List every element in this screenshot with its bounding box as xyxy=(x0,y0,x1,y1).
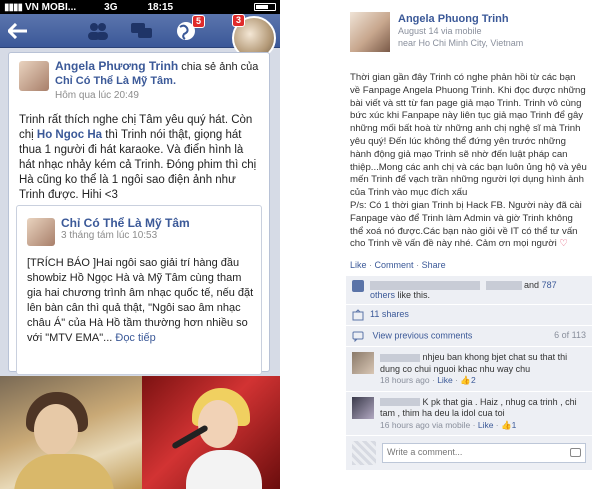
poster-name[interactable]: Angela Phuong Trinh xyxy=(398,13,523,25)
profile-badge: 3 xyxy=(232,14,246,27)
shared-time: 3 tháng tám lúc 10:53 xyxy=(61,230,158,241)
post-text: Trinh rất thích nghe chị Tâm yêu quý hát… xyxy=(19,114,257,201)
current-user-avatar xyxy=(352,441,376,466)
notifications-globe-icon[interactable]: 5 xyxy=(174,15,205,43)
photo-right xyxy=(142,376,280,489)
post-ps-text: P/s: Có 1 thời gian Trinh bị Hack FB. Ng… xyxy=(350,199,582,250)
carrier-label: VN MOBI... xyxy=(25,1,77,13)
post-body: Thời gian gần đây Trinh có nghe phản hồi… xyxy=(338,52,600,251)
network-label: 3G xyxy=(104,1,118,13)
notification-badge: 5 xyxy=(191,15,205,28)
comment-time[interactable]: 16 hours ago via mobile xyxy=(380,420,470,430)
post-actions: Like · Comment · Share xyxy=(350,260,446,271)
redacted-names xyxy=(370,281,480,291)
comment-item: nhjeu ban khong bjet chat su that thi du… xyxy=(346,346,592,391)
shares-link[interactable]: 11 shares xyxy=(370,309,409,319)
messages-icon[interactable] xyxy=(130,19,154,43)
post-body-text: Thời gian gần đây Trinh có nghe phản hồi… xyxy=(350,72,587,199)
shared-content-box[interactable]: Chỉ Có Thể Là Mỹ Tâm 3 tháng tám lúc 10:… xyxy=(16,205,262,375)
author-avatar[interactable] xyxy=(19,61,49,91)
comment-like-link[interactable]: Like xyxy=(478,420,494,430)
arrow-left-icon xyxy=(8,22,27,39)
post-location[interactable]: near Ho Chi Minh City, Vietnam xyxy=(398,37,523,49)
comment-like-icon[interactable]: 👍 xyxy=(501,420,512,430)
app-nav-bar: 5 3 xyxy=(0,14,280,60)
comment-like-icon[interactable]: 👍 xyxy=(460,375,471,385)
shared-text: [TRÍCH BÁO ]Hai ngôi sao giải trí hàng đ… xyxy=(27,257,254,344)
page-avatar[interactable] xyxy=(27,218,55,246)
comment-item: K pk that gia . Haiz , nhug ca trinh , c… xyxy=(346,390,592,436)
thumbs-up-icon xyxy=(352,280,364,293)
camera-icon[interactable] xyxy=(570,448,581,458)
commenter-avatar[interactable] xyxy=(352,396,374,419)
clock: 18:15 xyxy=(147,1,174,13)
post-time: Hôm qua lúc 20:49 xyxy=(55,90,139,101)
shared-page-name[interactable]: Chỉ Có Thể Là Mỹ Tâm. xyxy=(55,75,176,87)
comment-link[interactable]: Comment xyxy=(375,260,414,270)
like-link[interactable]: Like xyxy=(350,260,367,270)
comment-input[interactable]: Write a comment... xyxy=(382,443,586,464)
shares-row[interactable]: 11 shares xyxy=(346,304,592,325)
commenter-name[interactable] xyxy=(380,398,420,407)
others-link[interactable]: others xyxy=(370,290,395,300)
feedback-box: and 787 others like this. 11 shares View… xyxy=(346,275,592,471)
heart-icon: ♡ xyxy=(559,238,569,250)
comment-count: 6 of 113 xyxy=(554,330,586,341)
view-previous-row[interactable]: View previous comments 6 of 113 xyxy=(346,325,592,346)
poster-avatar[interactable] xyxy=(350,12,390,52)
shared-photo[interactable] xyxy=(0,376,280,489)
share-icon xyxy=(352,309,364,321)
back-button[interactable] xyxy=(0,14,36,48)
mention-link[interactable]: Ho Ngoc Ha xyxy=(37,129,102,141)
share-action-text: chia sẻ ảnh của xyxy=(181,61,259,73)
status-bar: ▮▮▮▮ VN MOBI... 3G 18:15 xyxy=(0,0,280,14)
photo-left xyxy=(0,376,142,489)
commenter-name[interactable] xyxy=(380,353,420,362)
battery-icon xyxy=(254,3,276,11)
likes-count-link[interactable]: 787 xyxy=(542,280,557,290)
post-date[interactable]: August 14 via mobile xyxy=(398,25,523,37)
comment-like-count[interactable]: 1 xyxy=(512,420,517,430)
share-link[interactable]: Share xyxy=(422,260,446,270)
phone-screenshot: ▮▮▮▮ VN MOBI... 3G 18:15 5 3 Angela Phươ… xyxy=(0,0,280,489)
signal-icon: ▮▮▮▮ xyxy=(4,1,23,13)
comment-bubble-icon xyxy=(352,330,364,343)
comment-like-link[interactable]: Like xyxy=(437,375,453,385)
friend-requests-icon[interactable] xyxy=(86,19,110,43)
write-comment-row: Write a comment... xyxy=(346,435,592,470)
comment-time[interactable]: 18 hours ago xyxy=(380,375,430,385)
commenter-avatar[interactable] xyxy=(352,352,374,375)
shared-page-title[interactable]: Chỉ Có Thể Là Mỹ Tâm xyxy=(61,216,190,230)
facebook-post: Angela Phuong Trinh August 14 via mobile… xyxy=(338,0,600,489)
author-name[interactable]: Angela Phương Trinh xyxy=(55,59,178,73)
read-more-link[interactable]: Đọc tiếp xyxy=(115,332,155,344)
likes-row: and 787 others like this. xyxy=(346,275,592,304)
view-previous-comments-link[interactable]: View previous comments xyxy=(373,331,473,341)
comment-like-count[interactable]: 2 xyxy=(471,375,476,385)
